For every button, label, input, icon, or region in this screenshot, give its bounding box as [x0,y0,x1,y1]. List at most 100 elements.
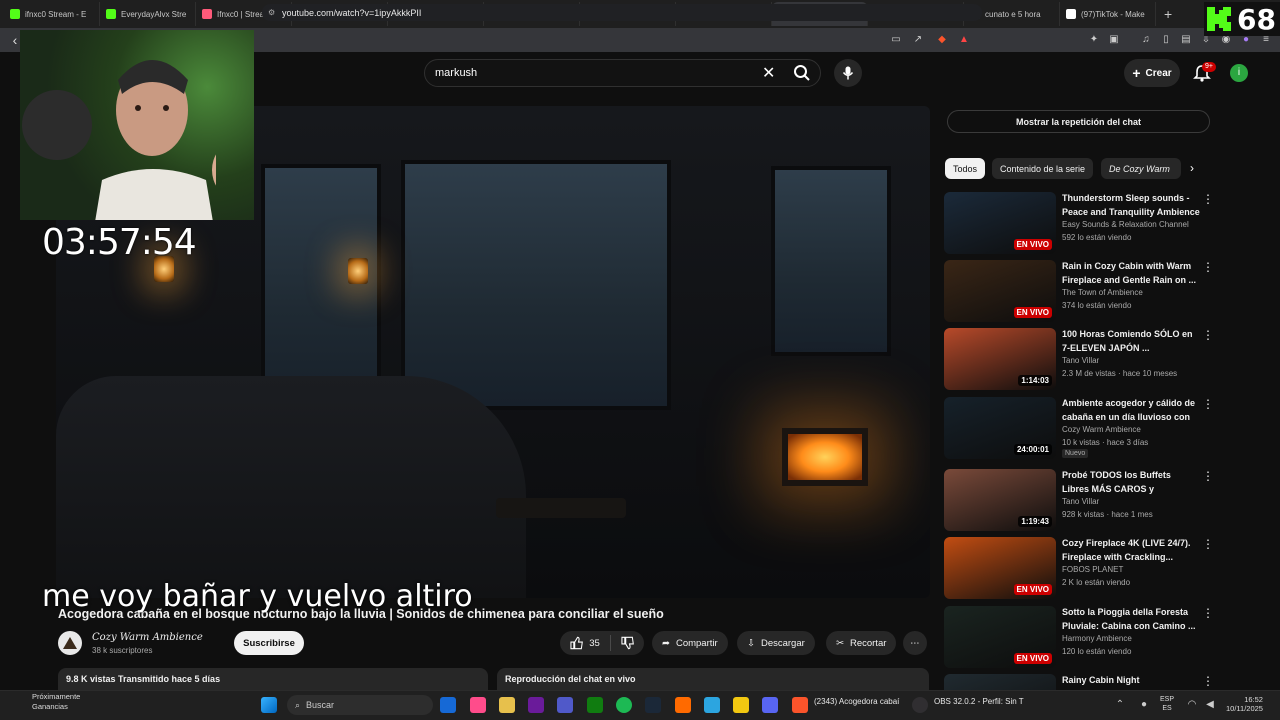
system-clock[interactable]: 16:52 10/11/2025 [1226,695,1263,713]
copilot-icon[interactable] [470,697,486,713]
channel-name[interactable]: FOBOS PLANET [1062,565,1123,574]
video-title[interactable]: Sotto la Pioggia della Foresta Pluviale:… [1062,606,1200,633]
video-title[interactable]: Rainy Cabin Night [1062,674,1200,688]
video-thumbnail[interactable]: EN VIVO [944,606,1056,668]
video-thumbnail[interactable]: EN VIVO [944,260,1056,322]
video-thumbnail[interactable]: EN VIVO [944,537,1056,599]
steam-icon[interactable] [645,697,661,713]
subscribe-button[interactable]: Suscribirse [234,631,304,655]
windows-start-icon[interactable] [261,697,277,713]
more-actions-button[interactable]: ⋯ [903,631,927,655]
screenshot-icon[interactable]: ▣ [1108,33,1120,45]
media-icon[interactable]: ♫ [1140,33,1152,45]
voice-search-button[interactable] [834,59,862,87]
download-label: Descargar [760,637,805,649]
channel-name[interactable]: The Town of Ambience [1062,288,1143,297]
video-title[interactable]: Cozy Fireplace 4K (LIVE 24/7). Fireplace… [1062,537,1200,564]
rewards-icon[interactable]: ▲ [958,33,970,45]
create-button[interactable]: + Crear [1124,59,1180,87]
video-title[interactable]: Thunderstorm Sleep sounds - Peace and Tr… [1062,192,1200,219]
browser-tab[interactable]: (97)TikTok - Make [1060,2,1156,26]
video-title[interactable]: Rain in Cozy Cabin with Warm Fireplace a… [1062,260,1200,287]
browser-tab[interactable]: EverydayAlvx Stre [100,2,196,26]
thumbs-up-icon[interactable] [570,636,583,650]
more-options-icon[interactable]: ⋮ [1202,606,1214,620]
more-options-icon[interactable]: ⋮ [1202,674,1214,688]
more-options-icon[interactable]: ⋮ [1202,469,1214,483]
discord-icon[interactable] [762,697,778,713]
channel-name[interactable]: Harmony Ambience [1062,634,1132,643]
share-page-icon[interactable]: ↗ [912,33,924,45]
search-icon[interactable] [792,63,812,83]
video-thumbnail[interactable]: 1:19:43 [944,469,1056,531]
recommendation-item[interactable]: EN VIVO Rain in Cozy Cabin with Warm Fire… [944,260,1220,324]
new-tab-icon[interactable]: + [1156,6,1180,22]
clip-button[interactable]: ✂ Recortar [826,631,897,655]
video-thumbnail[interactable]: 1:14:03 [944,328,1056,390]
url-field[interactable]: ⚙ youtube.com/watch?v=1ipyAkkkPII [262,4,982,21]
clear-search-icon[interactable]: ✕ [762,63,775,83]
xbox-icon[interactable] [587,697,603,713]
share-button[interactable]: ➦ Compartir [652,631,728,655]
download-button[interactable]: ⇩ Descargar [737,631,815,655]
chip-series[interactable]: Contenido de la serie [992,158,1094,179]
stream-caption: me voy bañar y vuelvo altiro [42,579,473,614]
channel-name[interactable]: Easy Sounds & Relaxation Channel [1062,220,1189,229]
mic-tray-icon[interactable]: ● [1138,698,1150,710]
streamer-silhouette [95,60,216,220]
volume-icon[interactable]: ◀ [1204,698,1216,710]
browser-tab[interactable]: ifnxc0 Stream - E [4,2,100,26]
video-thumbnail[interactable]: EN VIVO [944,192,1056,254]
thumbs-down-icon[interactable] [621,636,634,650]
app-icon[interactable] [528,697,544,713]
cast-icon[interactable]: ▭ [890,33,902,45]
taskbar-app-browser[interactable]: (2343) Acogedora cabaí [814,697,899,706]
more-options-icon[interactable]: ⋮ [1202,192,1214,206]
brave-icon[interactable] [792,697,808,713]
recommendation-item[interactable]: EN VIVO Thunderstorm Sleep sounds - Peace… [944,192,1220,256]
show-chat-replay-button[interactable]: Mostrar la repetición del chat [947,110,1210,133]
recommendation-item[interactable]: EN VIVO Cozy Fireplace 4K (LIVE 24/7). Fi… [944,537,1220,601]
taskbar-app-obs[interactable]: OBS 32.0.2 - Perfil: Sin T [934,697,1024,706]
chip-channel[interactable]: De Cozy Warm [1101,158,1181,179]
brave-shield-icon[interactable]: ◆ [936,33,948,45]
store-icon[interactable] [499,697,515,713]
language-indicator[interactable]: ESP ES [1160,695,1174,713]
recommendation-item[interactable]: 1:14:03 100 Horas Comiendo SÓLO en 7-ELEV… [944,328,1220,392]
obs-icon[interactable] [912,697,928,713]
chip-all[interactable]: Todos [945,158,986,179]
site-info-icon[interactable]: ⚙ [268,8,275,17]
wallet-icon[interactable]: ▤ [1180,33,1192,45]
tray-overflow-icon[interactable]: ⌃ [1114,698,1126,710]
account-avatar[interactable]: i [1230,64,1248,82]
more-options-icon[interactable]: ⋮ [1202,260,1214,274]
spotify-icon[interactable] [616,697,632,713]
file-explorer-icon[interactable] [733,697,749,713]
channel-name[interactable]: Tano Villar [1062,356,1099,365]
wifi-icon[interactable]: ◠ [1186,698,1198,710]
recommendation-item[interactable]: 1:19:43 Probé TODOS los Buffets Libres MÁ… [944,469,1220,533]
video-title[interactable]: 100 Horas Comiendo SÓLO en 7-ELEVEN JAPÓ… [1062,328,1200,355]
chevron-right-icon[interactable]: › [1190,161,1194,175]
channel-avatar[interactable] [58,631,82,655]
channel-name[interactable]: Cozy Warm Ambience [92,632,203,643]
video-thumbnail[interactable]: 24:00:01 [944,397,1056,459]
edge-icon[interactable] [704,697,720,713]
more-options-icon[interactable]: ⋮ [1202,328,1214,342]
recommendation-item[interactable]: 24:00:01 Ambiente acogedor y cálido de ca… [944,397,1220,461]
channel-name[interactable]: Tano Villar [1062,497,1099,506]
channel-name[interactable]: Cozy Warm Ambience [1062,425,1141,434]
taskbar-search-box[interactable]: ⌕ Buscar [287,695,433,715]
teams-icon[interactable] [557,697,573,713]
app-icon-2[interactable] [675,697,691,713]
video-title[interactable]: Ambiente acogedor y cálido de cabaña en … [1062,397,1200,425]
outlook-icon[interactable] [440,697,456,713]
more-options-icon[interactable]: ⋮ [1202,537,1214,551]
language-line2: ES [1162,705,1172,712]
taskbar-widget[interactable]: Próximamente Ganancias [14,692,80,712]
video-title[interactable]: Probé TODOS los Buffets Libres MÁS CAROS… [1062,469,1200,497]
sidebar-icon[interactable]: ▯ [1160,33,1172,45]
extensions-icon[interactable]: ✦ [1088,33,1100,45]
more-options-icon[interactable]: ⋮ [1202,397,1214,411]
recommendation-item[interactable]: EN VIVO Sotto la Pioggia della Foresta Pl… [944,606,1220,670]
